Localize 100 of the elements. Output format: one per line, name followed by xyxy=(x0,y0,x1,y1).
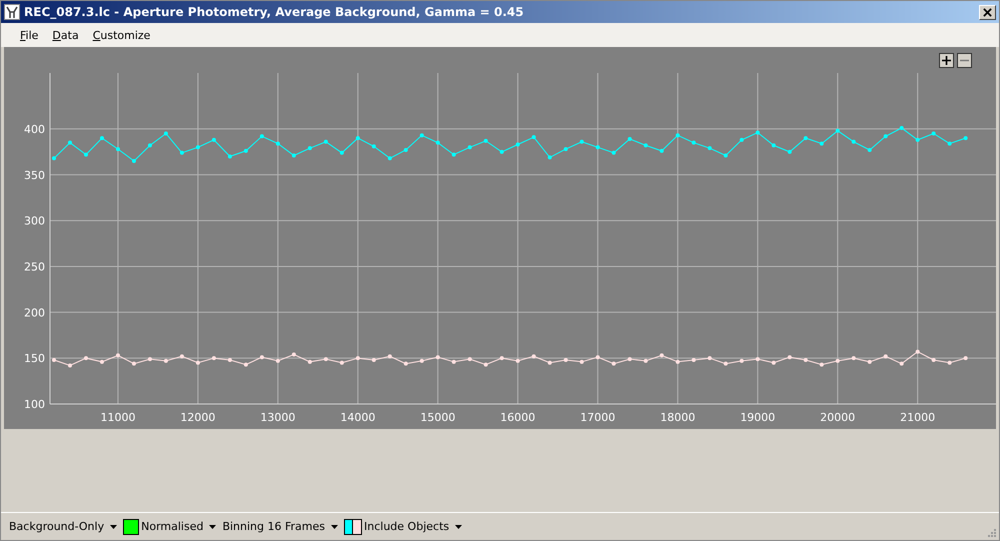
data-point xyxy=(724,362,728,366)
data-point xyxy=(916,350,920,354)
data-point xyxy=(916,138,920,142)
data-point xyxy=(948,142,952,146)
data-point xyxy=(596,145,600,150)
data-point xyxy=(244,362,248,367)
data-point xyxy=(404,148,408,152)
menu-item[interactable]: Data xyxy=(45,28,86,42)
close-button[interactable] xyxy=(979,4,996,20)
data-point xyxy=(692,140,696,145)
y-tick-label: 400 xyxy=(24,122,45,136)
y-tick-label: 300 xyxy=(24,214,45,228)
data-point xyxy=(692,358,696,362)
data-point xyxy=(756,357,760,362)
data-point xyxy=(468,357,472,362)
data-point xyxy=(788,150,792,154)
data-point xyxy=(180,150,184,155)
data-point xyxy=(196,360,200,365)
y-tick-label: 250 xyxy=(24,260,45,274)
data-point xyxy=(596,355,600,360)
zoom-out-button[interactable] xyxy=(957,53,972,68)
data-point xyxy=(804,358,808,362)
x-tick-label: 20000 xyxy=(820,411,856,424)
x-tick-label: 15000 xyxy=(420,411,456,424)
data-point xyxy=(180,354,184,358)
data-point xyxy=(404,362,408,366)
data-point xyxy=(532,135,536,140)
data-point xyxy=(436,355,440,360)
data-point xyxy=(84,356,88,360)
dropdown-button[interactable]: Background-Only xyxy=(9,520,118,533)
data-point xyxy=(212,356,216,360)
data-point xyxy=(164,132,168,136)
data-point xyxy=(324,140,328,144)
data-point xyxy=(884,134,888,138)
caret-icon xyxy=(331,524,338,528)
color-swatch[interactable] xyxy=(124,520,138,534)
x-tick-label: 12000 xyxy=(180,411,216,424)
data-point xyxy=(900,126,904,130)
data-point xyxy=(260,134,264,138)
zoom-in-button[interactable] xyxy=(939,53,954,68)
menu-item[interactable]: Customize xyxy=(86,28,158,42)
x-tick-label: 11000 xyxy=(100,411,136,424)
x-tick-label: 16000 xyxy=(500,411,536,424)
data-point xyxy=(516,358,520,363)
data-point xyxy=(868,148,872,152)
y-tick-label: 350 xyxy=(24,168,45,182)
data-point xyxy=(772,143,776,148)
dropdown-button[interactable]: Binning 16 Frames xyxy=(222,520,338,533)
data-point xyxy=(516,142,520,147)
menu-item[interactable]: File xyxy=(13,28,46,42)
data-point xyxy=(852,356,856,360)
data-point xyxy=(660,353,664,358)
data-point xyxy=(500,356,504,360)
data-point xyxy=(292,352,296,356)
data-point xyxy=(836,358,840,363)
data-point xyxy=(868,360,872,364)
data-point xyxy=(612,150,616,155)
dropdown-button[interactable]: Include Objects xyxy=(364,520,462,533)
plus-icon xyxy=(942,56,951,65)
data-point xyxy=(500,150,504,154)
data-point xyxy=(964,136,968,140)
data-point xyxy=(836,128,840,133)
data-point xyxy=(484,138,488,143)
x-tick-label: 17000 xyxy=(580,411,616,424)
data-point xyxy=(452,152,456,157)
data-point xyxy=(708,356,712,360)
data-point xyxy=(228,358,232,362)
x-tick-label: 18000 xyxy=(660,411,696,424)
data-point xyxy=(484,362,488,367)
data-point xyxy=(932,358,936,362)
data-point xyxy=(164,358,168,363)
color-swatch[interactable] xyxy=(345,520,352,534)
data-point xyxy=(452,360,456,364)
dropdown-button[interactable]: Normalised xyxy=(141,520,216,533)
data-point xyxy=(548,155,552,160)
data-point xyxy=(740,138,744,142)
data-point xyxy=(68,140,72,145)
data-point xyxy=(676,133,680,138)
data-point xyxy=(580,360,584,364)
data-point xyxy=(308,360,312,364)
x-tick-label: 21000 xyxy=(900,411,936,424)
close-icon xyxy=(983,8,992,16)
data-point xyxy=(852,140,856,144)
caret-icon xyxy=(455,524,462,528)
data-point xyxy=(468,145,472,150)
data-point xyxy=(772,360,776,365)
data-point xyxy=(244,148,248,153)
data-point xyxy=(388,156,392,160)
data-point xyxy=(612,362,616,366)
data-point xyxy=(820,362,824,367)
data-point xyxy=(292,154,296,158)
color-swatch[interactable] xyxy=(352,520,362,534)
data-point xyxy=(420,133,424,138)
data-point xyxy=(100,360,104,364)
data-point xyxy=(820,142,824,146)
data-point xyxy=(548,360,552,365)
data-point xyxy=(276,358,280,363)
data-point xyxy=(116,353,120,358)
resize-grip-icon[interactable] xyxy=(985,526,997,538)
data-point xyxy=(564,358,568,362)
